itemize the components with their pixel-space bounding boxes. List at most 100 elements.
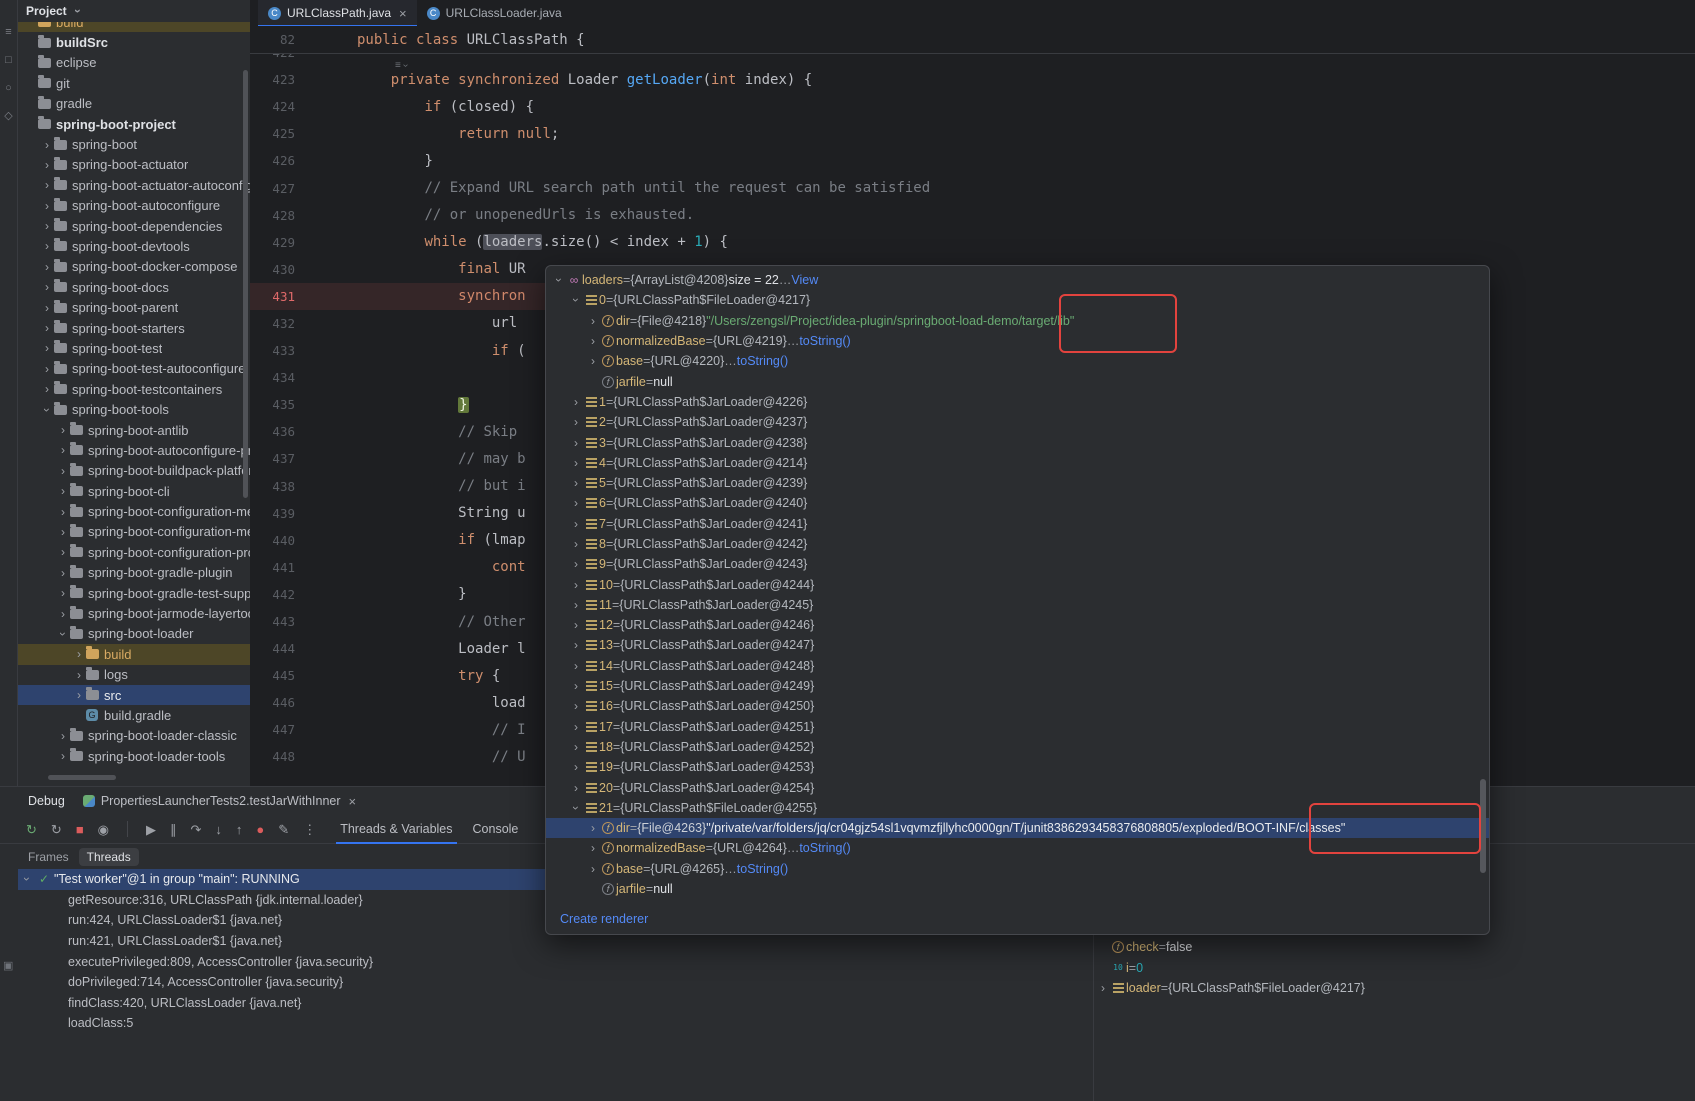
- line-number[interactable]: 447: [250, 722, 295, 737]
- close-tab-icon[interactable]: [399, 6, 407, 21]
- chevron-right-icon[interactable]: [569, 781, 583, 795]
- project-tree-item[interactable]: spring-boot-project: [18, 114, 250, 134]
- project-tree-item[interactable]: logs: [18, 665, 250, 685]
- chevron-right-icon[interactable]: [40, 239, 54, 253]
- variable-row[interactable]: loaders = {ArrayList@4208} size = 22 … V…: [546, 270, 1489, 290]
- project-tree-item[interactable]: spring-boot-cli: [18, 481, 250, 501]
- variable-row[interactable]: 7 = {URLClassPath$JarLoader@4241}: [546, 514, 1489, 534]
- line-number[interactable]: 435: [250, 397, 295, 412]
- variable-row[interactable]: 18 = {URLClassPath$JarLoader@4252}: [546, 737, 1489, 757]
- inline-link[interactable]: toString(): [737, 354, 788, 368]
- chevron-right-icon[interactable]: [72, 688, 86, 702]
- project-tree-item[interactable]: spring-boot-autoconfigure-processor: [18, 440, 250, 460]
- chevron-right-icon[interactable]: [56, 729, 70, 743]
- chevron-right-icon[interactable]: [569, 496, 583, 510]
- variable-row[interactable]: 1 = {URLClassPath$JarLoader@4226}: [546, 392, 1489, 412]
- line-number[interactable]: 441: [250, 560, 295, 575]
- stack-frame[interactable]: findClass:420, URLClassLoader {java.net}: [18, 993, 1093, 1014]
- chevron-right-icon[interactable]: [569, 537, 583, 551]
- chevron-right-icon[interactable]: [40, 158, 54, 172]
- chevron-right-icon[interactable]: [1096, 981, 1110, 995]
- chevron-right-icon[interactable]: [586, 314, 600, 328]
- variable-row[interactable]: 16 = {URLClassPath$JarLoader@4250}: [546, 696, 1489, 716]
- project-tree-item[interactable]: spring-boot-actuator-autoconfigure: [18, 175, 250, 195]
- line-number[interactable]: 437: [250, 451, 295, 466]
- chevron-right-icon[interactable]: [586, 841, 600, 855]
- chevron-right-icon[interactable]: [56, 443, 70, 457]
- inline-link[interactable]: toString(): [799, 334, 850, 348]
- editor-tab[interactable]: URLClassLoader.java: [417, 0, 572, 26]
- chevron-right-icon[interactable]: [40, 382, 54, 396]
- project-tree-item[interactable]: spring-boot-dependencies: [18, 216, 250, 236]
- line-number[interactable]: 430: [250, 262, 295, 277]
- chevron-right-icon[interactable]: [586, 821, 600, 835]
- line-number[interactable]: 444: [250, 641, 295, 656]
- chevron-right-icon[interactable]: [56, 586, 70, 600]
- chevron-right-icon[interactable]: [569, 578, 583, 592]
- chevron-right-icon[interactable]: [569, 598, 583, 612]
- editor-tab[interactable]: URLClassPath.java: [258, 0, 417, 26]
- variable-row[interactable]: 11 = {URLClassPath$JarLoader@4245}: [546, 595, 1489, 615]
- variable-row[interactable]: normalizedBase = {URL@4219} … toString(): [546, 331, 1489, 351]
- chevron-right-icon[interactable]: [569, 395, 583, 409]
- line-number[interactable]: 445: [250, 668, 295, 683]
- project-tree-item[interactable]: gradle: [18, 94, 250, 114]
- line-number[interactable]: 440: [250, 533, 295, 548]
- chevron-right-icon[interactable]: [40, 341, 54, 355]
- project-tree-item[interactable]: spring-boot-tools: [18, 399, 250, 419]
- resume-icon[interactable]: ▶: [146, 823, 156, 836]
- chevron-right-icon[interactable]: [56, 423, 70, 437]
- chevron-right-icon[interactable]: [569, 638, 583, 652]
- variable-row[interactable]: 12 = {URLClassPath$JarLoader@4246}: [546, 615, 1489, 635]
- chevron-right-icon[interactable]: [569, 557, 583, 571]
- variable-row[interactable]: 20 = {URLClassPath$JarLoader@4254}: [546, 777, 1489, 797]
- project-tree-item[interactable]: spring-boot-devtools: [18, 236, 250, 256]
- project-tree-item[interactable]: build: [18, 644, 250, 664]
- variable-row[interactable]: 6 = {URLClassPath$JarLoader@4240}: [546, 493, 1489, 513]
- line-number[interactable]: 423: [250, 72, 295, 87]
- chevron-right-icon[interactable]: [586, 334, 600, 348]
- variable-row[interactable]: dir = {File@4218} "/Users/zengsl/Project…: [546, 311, 1489, 331]
- stack-frame[interactable]: executePrivileged:809, AccessController …: [18, 951, 1093, 972]
- line-number[interactable]: 422: [250, 53, 295, 60]
- variable-row[interactable]: 9 = {URLClassPath$JarLoader@4243}: [546, 554, 1489, 574]
- variable-row[interactable]: base = {URL@4220} … toString(): [546, 351, 1489, 371]
- chevron-down-icon[interactable]: [569, 801, 583, 815]
- chevron-right-icon[interactable]: [40, 199, 54, 213]
- project-tree-item[interactable]: spring-boot-gradle-plugin: [18, 563, 250, 583]
- chevron-right-icon[interactable]: [56, 749, 70, 763]
- stack-frame[interactable]: doPrivileged:714, AccessController {java…: [18, 972, 1093, 993]
- chevron-right-icon[interactable]: [40, 362, 54, 376]
- chevron-right-icon[interactable]: [569, 476, 583, 490]
- view-breakpoints-icon[interactable]: ◉: [98, 823, 109, 836]
- line-number[interactable]: 439: [250, 506, 295, 521]
- chevron-right-icon[interactable]: [40, 260, 54, 274]
- project-tree-item[interactable]: git: [18, 73, 250, 93]
- variable-row[interactable]: i = 0: [1094, 958, 1695, 979]
- project-tree-item[interactable]: spring-boot-jarmode-layertools: [18, 603, 250, 623]
- chevron-right-icon[interactable]: [586, 862, 600, 876]
- project-tree-item[interactable]: spring-boot-test-autoconfigure: [18, 359, 250, 379]
- variable-row[interactable]: 14 = {URLClassPath$JarLoader@4248}: [546, 656, 1489, 676]
- stack-frame[interactable]: loadClass:5: [18, 1013, 1093, 1034]
- variable-row[interactable]: check = false: [1094, 937, 1695, 958]
- chevron-down-icon[interactable]: [20, 872, 34, 886]
- line-number[interactable]: 443: [250, 614, 295, 629]
- chevron-right-icon[interactable]: [569, 456, 583, 470]
- commit-stripe-icon[interactable]: □: [5, 54, 12, 66]
- line-number[interactable]: 82: [250, 32, 295, 47]
- project-tree-item[interactable]: spring-boot-gradle-test-support: [18, 583, 250, 603]
- project-tree-item[interactable]: spring-boot-autoconfigure: [18, 196, 250, 216]
- line-number[interactable]: 429: [250, 235, 295, 250]
- project-tree-item[interactable]: spring-boot-antlib: [18, 420, 250, 440]
- line-number[interactable]: 424: [250, 99, 295, 114]
- chevron-down-icon[interactable]: [552, 273, 566, 287]
- chevron-right-icon[interactable]: [569, 740, 583, 754]
- services-stripe-icon[interactable]: ◇: [4, 110, 12, 122]
- project-vertical-scrollbar[interactable]: [243, 70, 248, 498]
- line-number[interactable]: 442: [250, 587, 295, 602]
- line-number[interactable]: 427: [250, 181, 295, 196]
- step-into-icon[interactable]: ↓: [215, 823, 222, 836]
- variable-row[interactable]: 4 = {URLClassPath$JarLoader@4214}: [546, 453, 1489, 473]
- list-tab[interactable]: Threads: [79, 848, 139, 866]
